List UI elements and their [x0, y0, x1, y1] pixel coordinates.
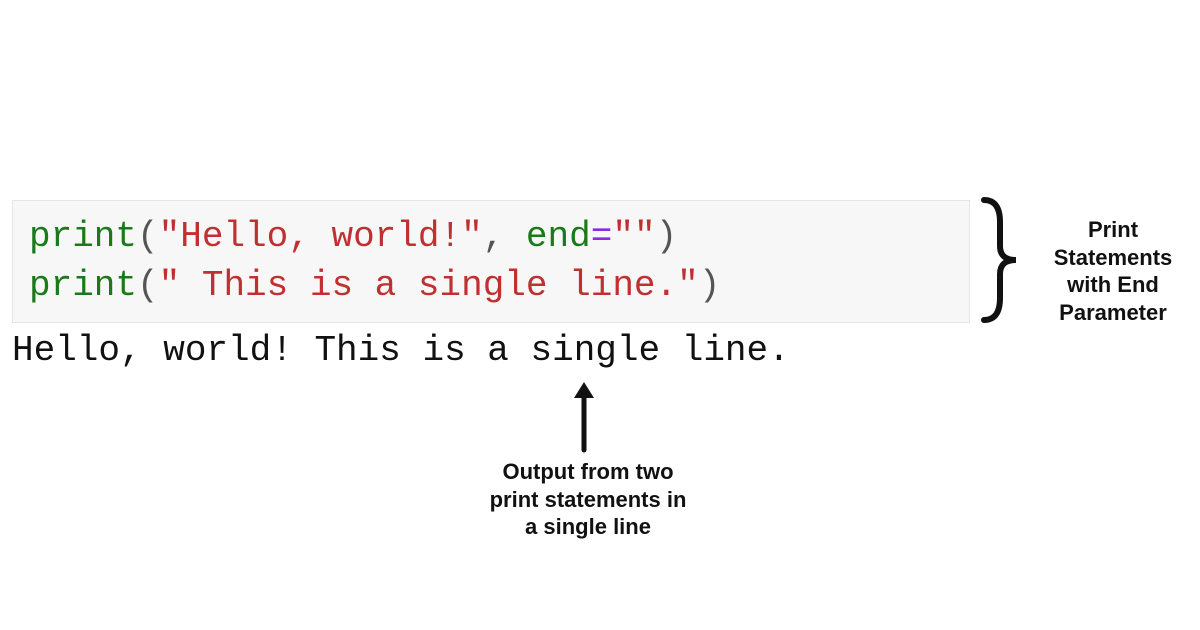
arrow-up-icon: [564, 380, 604, 454]
token-open-paren: (: [137, 216, 159, 257]
token-close-paren: ): [656, 216, 678, 257]
token-keyword-end: end: [526, 216, 591, 257]
token-open-paren: (: [137, 265, 159, 306]
token-func: print: [29, 265, 137, 306]
token-close-paren: ): [699, 265, 721, 306]
token-equals: =: [591, 216, 613, 257]
code-line-2: print(" This is a single line."): [29, 262, 953, 311]
annotation-print-statements: Print Statements with End Parameter: [1038, 216, 1188, 326]
code-line-1: print("Hello, world!", end=""): [29, 213, 953, 262]
token-func: print: [29, 216, 137, 257]
token-string: " This is a single line.": [159, 265, 699, 306]
token-comma: ,: [483, 216, 526, 257]
annotation-output: Output from two print statements in a si…: [488, 458, 688, 541]
code-block: print("Hello, world!", end="") print(" T…: [12, 200, 970, 323]
token-string: "Hello, world!": [159, 216, 483, 257]
token-string: "": [612, 216, 655, 257]
curly-brace-icon: [972, 190, 1030, 330]
output-text: Hello, world! This is a single line.: [12, 330, 790, 371]
